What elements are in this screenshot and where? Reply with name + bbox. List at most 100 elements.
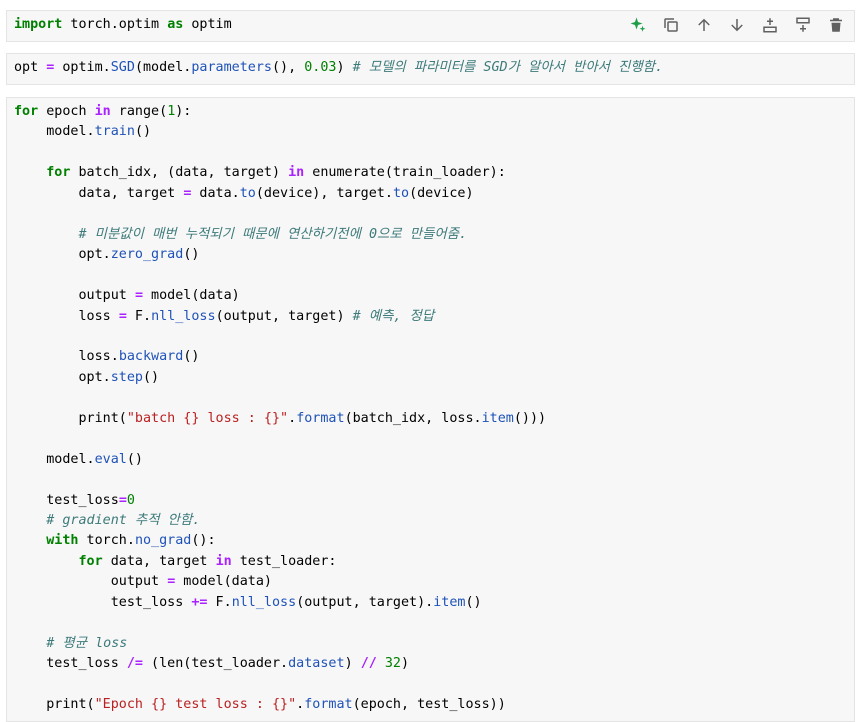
code-token: data, target xyxy=(102,553,216,569)
code-token: F. xyxy=(207,594,232,610)
code-token: ())) xyxy=(513,410,547,426)
code-token: (output, target) xyxy=(215,308,353,324)
move-up-icon[interactable] xyxy=(690,11,718,39)
code-token: (epoch, test_loss)) xyxy=(352,697,506,713)
code-cell-1[interactable]: import torch.optim as optim xyxy=(6,10,855,42)
code-token: dataset xyxy=(288,656,345,672)
code-token: as xyxy=(167,17,184,32)
code-line: model.eval() xyxy=(14,450,143,470)
code-token: range( xyxy=(110,104,168,119)
code-token: opt xyxy=(14,60,47,75)
code-token: nll_loss xyxy=(231,594,297,610)
code-line: print("Epoch {} test loss : {}".format(e… xyxy=(14,695,506,715)
code-line: # 평균 loss xyxy=(14,634,127,654)
code-token: F. xyxy=(126,308,152,324)
code-token: (batch_idx, loss. xyxy=(344,410,482,426)
code-token: optim xyxy=(183,17,232,32)
code-token: nll_loss xyxy=(151,308,216,324)
code-cell-3[interactable]: for epoch in range(1): model.train() for… xyxy=(6,97,855,722)
code-token: backward xyxy=(118,349,184,365)
code-token: test_loss xyxy=(14,656,127,672)
delete-icon[interactable] xyxy=(822,11,850,39)
code-comment: # 평균 loss xyxy=(46,635,128,651)
code-token: = xyxy=(118,308,127,324)
code-token: parameters xyxy=(191,60,272,75)
code-token: in xyxy=(288,165,305,181)
code-token: to xyxy=(239,185,256,201)
code-token: ) xyxy=(344,656,361,672)
code-token: in xyxy=(94,104,111,119)
code-token: ) xyxy=(336,60,353,75)
insert-below-icon[interactable] xyxy=(789,11,817,39)
code-comment: # 모델의 파라미터를 SGD가 알아서 반아서 진행함. xyxy=(352,60,664,75)
code-line: print("batch {} loss : {}".format(batch_… xyxy=(14,409,546,429)
generate-ai-icon[interactable] xyxy=(624,11,652,39)
code-token: for xyxy=(78,553,103,569)
code-line: # gradient 추적 안함. xyxy=(14,511,200,531)
code-line: opt = optim.SGD(model.parameters(), 0.03… xyxy=(14,58,663,78)
code-token: opt. xyxy=(14,247,111,263)
code-line: with torch.no_grad(): xyxy=(14,531,216,551)
code-cell-2[interactable]: opt = optim.SGD(model.parameters(), 0.03… xyxy=(6,53,855,85)
code-token: (device) xyxy=(409,185,474,201)
code-token: for xyxy=(46,165,71,181)
code-token: opt. xyxy=(14,369,111,385)
code-token: SGD xyxy=(110,60,135,75)
code-token: . xyxy=(288,410,297,426)
insert-above-icon[interactable] xyxy=(756,11,784,39)
code-token: 32 xyxy=(384,656,401,672)
code-token: loss. xyxy=(14,349,119,365)
code-line: loss.backward() xyxy=(14,347,199,367)
code-line: loss = F.nll_loss(output, target) # 예측, … xyxy=(14,307,434,327)
code-line: model.train() xyxy=(14,122,151,142)
code-token: () xyxy=(134,124,152,140)
code-comment: # 예측, 정답 xyxy=(352,308,435,324)
code-token: = xyxy=(134,288,143,304)
code-token: print( xyxy=(14,410,127,426)
code-token: epoch xyxy=(38,104,95,119)
code-token: (device), target. xyxy=(255,185,393,201)
code-token: optim. xyxy=(54,60,111,75)
code-token: item xyxy=(433,594,466,610)
code-line: for data, target in test_loader: xyxy=(14,552,337,572)
code-token: data, target xyxy=(14,185,184,201)
code-token: format xyxy=(304,697,353,713)
move-down-icon[interactable] xyxy=(723,11,751,39)
code-token: enumerate(train_loader): xyxy=(304,165,506,181)
code-line: data, target = data.to(device), target.t… xyxy=(14,184,474,204)
code-token: "Epoch {} test loss : {}" xyxy=(94,697,297,713)
code-line: output = model(data) xyxy=(14,572,272,592)
code-token: test_loader: xyxy=(231,553,337,569)
code-token: () xyxy=(126,451,143,467)
code-token: step xyxy=(110,369,143,385)
code-token: output xyxy=(14,574,168,590)
code-token: loss xyxy=(14,308,119,324)
code-token: () xyxy=(143,369,160,385)
code-line: for batch_idx, (data, target) in enumera… xyxy=(14,163,506,183)
code-token: model. xyxy=(14,124,95,140)
code-line: for epoch in range(1): xyxy=(14,102,191,122)
code-token: (output, target). xyxy=(296,594,434,610)
code-token: ) xyxy=(401,656,410,672)
code-token: (): xyxy=(191,533,216,549)
code-line: test_loss=0 xyxy=(14,491,135,511)
code-token: model(data) xyxy=(175,574,272,590)
code-token: data. xyxy=(191,185,240,201)
code-line: # 미분값이 매번 누적되기 때문에 연산하기전에 0으로 만들어줌. xyxy=(14,225,468,245)
code-token: no_grad xyxy=(134,533,192,549)
code-token: // xyxy=(360,656,377,672)
code-line: import torch.optim as optim xyxy=(14,15,232,35)
code-token: (model. xyxy=(134,60,192,75)
code-comment: # 미분값이 매번 누적되기 때문에 연산하기전에 0으로 만들어줌. xyxy=(78,226,468,242)
code-token: in xyxy=(215,553,232,569)
code-token: with xyxy=(46,533,79,549)
code-token: () xyxy=(465,594,482,610)
code-token: to xyxy=(392,185,410,201)
code-token: () xyxy=(183,349,200,365)
code-token: 0 xyxy=(126,492,135,508)
duplicate-cell-icon[interactable] xyxy=(657,11,685,39)
